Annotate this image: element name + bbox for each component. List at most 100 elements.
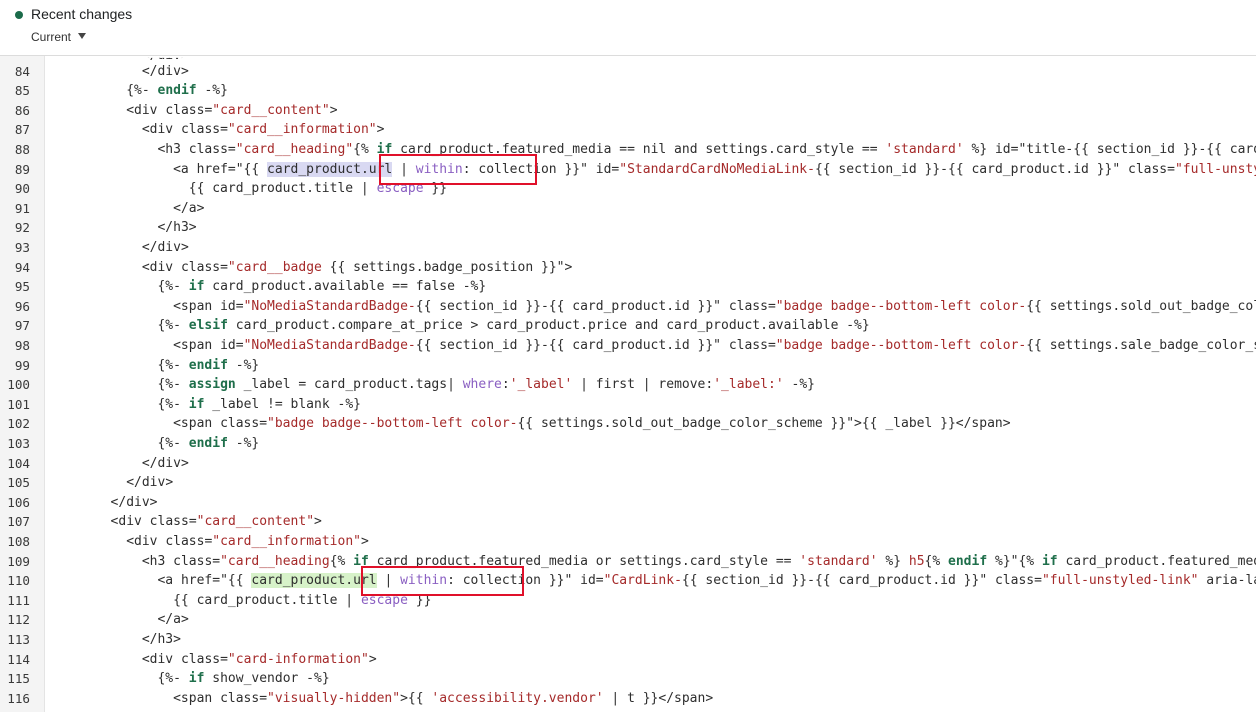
line-number: 93 bbox=[14, 239, 30, 255]
liquid-keyword: endif bbox=[948, 553, 988, 569]
code-token: -%} bbox=[783, 377, 815, 393]
liquid-keyword: if bbox=[188, 279, 205, 295]
code-line: </div> bbox=[142, 454, 189, 474]
code-token: {{ section_id }}-{{ card_product.id }}" … bbox=[415, 298, 776, 314]
string-token: 'standard' bbox=[885, 141, 964, 157]
code-token: <a href="{{ bbox=[173, 161, 268, 177]
line-number: 105 bbox=[7, 475, 30, 491]
line-number: 86 bbox=[14, 102, 30, 118]
code-line: <div class="card__content"> bbox=[126, 101, 337, 121]
code-line: </div> bbox=[126, 473, 173, 493]
line-number: 87 bbox=[14, 122, 30, 138]
code-token: </div> bbox=[141, 239, 189, 255]
code-token: show_vendor -%} bbox=[204, 671, 330, 687]
liquid-keyword: elsif bbox=[188, 318, 228, 334]
code-line: </div> bbox=[142, 238, 189, 258]
code-token: {{ card_product.title | bbox=[188, 181, 377, 197]
code-token: %}"{% bbox=[987, 553, 1042, 569]
line-number: 92 bbox=[14, 220, 30, 236]
line-number: 90 bbox=[14, 181, 30, 197]
code-line: <div class="card__content"> bbox=[111, 512, 322, 532]
string-token: 'accessibility.vendor' bbox=[431, 690, 604, 706]
code-line: <div class="card__information"> bbox=[142, 120, 385, 140]
line-number: 116 bbox=[7, 690, 30, 706]
code-line: <div class="card__badge {{ settings.badg… bbox=[142, 258, 572, 278]
string-token: h5 bbox=[908, 553, 925, 569]
code-token: {% bbox=[329, 553, 354, 569]
liquid-keyword: if bbox=[1041, 553, 1058, 569]
line-number: 101 bbox=[7, 396, 30, 412]
code-token: card_product.featured_media o bbox=[1065, 553, 1256, 569]
code-editor[interactable]: </div> 84 </div> 85 {%- endif -%} 86 <div clas… bbox=[0, 56, 1256, 712]
code-line: </div> bbox=[111, 493, 158, 513]
code-line: <div class="card-information"> bbox=[142, 650, 377, 670]
string-token: "card-information" bbox=[227, 651, 369, 667]
line-number: 108 bbox=[7, 533, 30, 549]
code-token: <span id= bbox=[173, 337, 244, 353]
code-token: {% bbox=[924, 553, 949, 569]
code-token: <h3 class= bbox=[157, 141, 236, 157]
code-token: >{{ bbox=[400, 690, 432, 706]
liquid-keyword: endif bbox=[188, 357, 228, 373]
caret-down-icon bbox=[78, 33, 87, 39]
code-token: %} bbox=[877, 553, 909, 569]
code-token: <div class= bbox=[110, 514, 197, 530]
string-token: "card__content" bbox=[212, 102, 330, 118]
code-token: </div> bbox=[110, 494, 158, 510]
code-token: </div> bbox=[141, 455, 189, 471]
code-token: _label = card_product.tags| bbox=[235, 377, 463, 393]
line-number: 100 bbox=[7, 377, 30, 393]
code-line: {%- elsif card_product.compare_at_price … bbox=[157, 316, 869, 336]
highlight-box-line-89 bbox=[379, 154, 537, 185]
code-token: <span id= bbox=[173, 298, 244, 314]
search-match: card_product.url bbox=[267, 161, 393, 177]
line-number: 109 bbox=[7, 553, 30, 569]
code-token: {{ settings.badge_position }}"> bbox=[329, 259, 573, 275]
liquid-keyword: endif bbox=[188, 435, 228, 451]
line-number: 106 bbox=[7, 494, 30, 510]
code-token: {%- bbox=[157, 357, 189, 373]
code-line: {%- if show_vendor -%} bbox=[157, 669, 329, 689]
code-token: > bbox=[361, 533, 369, 549]
liquid-keyword: if bbox=[188, 396, 205, 412]
code-area[interactable]: </div> 84 </div> 85 {%- endif -%} 86 <div clas… bbox=[0, 56, 1256, 712]
code-line: {%- endif -%} bbox=[157, 356, 259, 376]
code-token: {% bbox=[353, 141, 377, 157]
string-token: "CardLink- bbox=[603, 573, 682, 589]
string-token: "badge badge--bottom-left color- bbox=[775, 298, 1027, 314]
code-line: {%- endif -%} bbox=[157, 434, 259, 454]
code-token: </h3> bbox=[141, 631, 181, 647]
line-number: 102 bbox=[7, 416, 30, 432]
code-line: </h3> bbox=[157, 218, 196, 238]
code-line: <span class="badge badge--bottom-left co… bbox=[173, 414, 1010, 434]
code-token: <div class= bbox=[141, 259, 228, 275]
version-dropdown[interactable]: Current bbox=[31, 30, 87, 44]
line-number: 115 bbox=[7, 671, 30, 687]
string-token: "NoMediaStandardBadge- bbox=[243, 298, 416, 314]
code-line: <a href="{{ card_product.url | within: c… bbox=[173, 160, 1256, 180]
code-token: {{ card_product.title | bbox=[173, 592, 361, 608]
line-number: 95 bbox=[14, 279, 30, 295]
code-line: {%- if card_product.available == false -… bbox=[157, 277, 486, 297]
version-label: Current bbox=[31, 30, 72, 44]
string-token: "card__badge bbox=[227, 259, 330, 275]
line-number: 85 bbox=[14, 83, 30, 99]
line-number: 112 bbox=[7, 612, 30, 628]
string-token: "NoMediaStandardBadge- bbox=[243, 337, 416, 353]
code-token: -%} bbox=[227, 357, 260, 373]
code-token: {%- bbox=[157, 318, 189, 334]
highlight-box-line-110 bbox=[361, 566, 524, 596]
code-token: </h3> bbox=[157, 220, 197, 236]
code-token: | first | remove: bbox=[572, 377, 714, 393]
line-number: 84 bbox=[14, 63, 30, 79]
liquid-keyword: endif bbox=[157, 83, 197, 99]
code-token: {{ section_id }}-{{ card_product.id }}" … bbox=[681, 573, 1042, 589]
string-token: "card__content" bbox=[196, 514, 315, 530]
code-token: -%} bbox=[227, 435, 260, 451]
code-token: <a href="{{ bbox=[157, 573, 252, 589]
liquid-keyword: if bbox=[188, 671, 205, 687]
code-token: > bbox=[329, 102, 338, 118]
search-match: card_product.url bbox=[251, 573, 377, 589]
code-token: {{ section_id }}-{{ card_product.id }}" … bbox=[415, 337, 776, 353]
code-token: </div> bbox=[141, 63, 189, 79]
